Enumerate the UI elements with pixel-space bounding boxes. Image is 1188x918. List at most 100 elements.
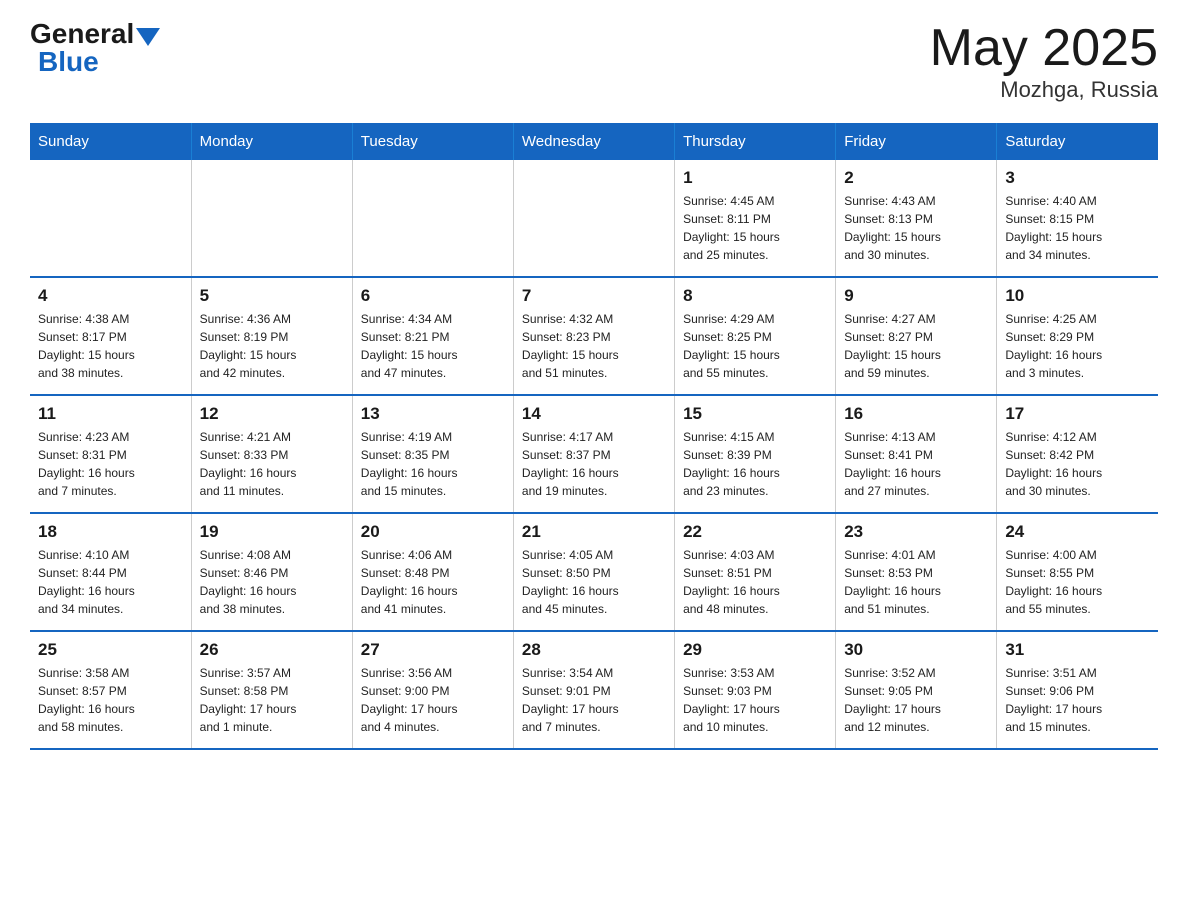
weekday-header-wednesday: Wednesday [513,123,674,160]
day-number: 2 [844,168,988,188]
day-number: 11 [38,404,183,424]
calendar-cell: 3 Sunrise: 4:40 AM Sunset: 8:15 PM Daylig… [997,160,1158,277]
calendar-cell: 13Sunrise: 4:19 AM Sunset: 8:35 PM Dayli… [352,395,513,513]
calendar-cell: 5 Sunrise: 4:36 AM Sunset: 8:19 PM Daylig… [191,277,352,395]
calendar-week-row: 11 Sunrise: 4:23 AM Sunset: 8:31 PM Dayli… [30,395,1158,513]
logo: General Blue [30,20,160,76]
calendar-cell: 25 Sunrise: 3:58 AM Sunset: 8:57 PM Dayli… [30,631,191,749]
day-number: 24 [1005,522,1150,542]
month-year-title: May 2025 [930,20,1158,77]
day-number: 3 [1005,168,1150,188]
day-number: 17 [1005,404,1150,424]
day-info: Sunrise: 4:00 AM Sunset: 8:55 PM Dayligh… [1005,546,1150,618]
weekday-header-tuesday: Tuesday [352,123,513,160]
calendar-table: SundayMondayTuesdayWednesdayThursdayFrid… [30,123,1158,750]
day-number: 15 [683,404,827,424]
day-info: Sunrise: 3:51 AM Sunset: 9:06 PM Dayligh… [1005,664,1150,736]
calendar-week-row: 1 Sunrise: 4:45 AM Sunset: 8:11 PM Daylig… [30,160,1158,277]
day-info: Sunrise: 4:03 AM Sunset: 8:51 PM Dayligh… [683,546,827,618]
calendar-cell: 2 Sunrise: 4:43 AM Sunset: 8:13 PM Daylig… [836,160,997,277]
day-number: 31 [1005,640,1150,660]
logo-general-text: General [30,20,134,48]
calendar-cell: 16Sunrise: 4:13 AM Sunset: 8:41 PM Dayli… [836,395,997,513]
day-info: Sunrise: 4:40 AM Sunset: 8:15 PM Dayligh… [1005,192,1150,264]
day-number: 28 [522,640,666,660]
weekday-header-saturday: Saturday [997,123,1158,160]
logo-blue-text: Blue [38,48,99,76]
calendar-cell: 6 Sunrise: 4:34 AM Sunset: 8:21 PM Daylig… [352,277,513,395]
calendar-cell: 14 Sunrise: 4:17 AM Sunset: 8:37 PM Dayli… [513,395,674,513]
day-info: Sunrise: 4:29 AM Sunset: 8:25 PM Dayligh… [683,310,827,382]
calendar-cell: 26Sunrise: 3:57 AM Sunset: 8:58 PM Dayli… [191,631,352,749]
calendar-cell: 19 Sunrise: 4:08 AM Sunset: 8:46 PM Dayli… [191,513,352,631]
page-header: General Blue May 2025 Mozhga, Russia [30,20,1158,103]
calendar-cell: 1 Sunrise: 4:45 AM Sunset: 8:11 PM Daylig… [675,160,836,277]
calendar-cell: 20 Sunrise: 4:06 AM Sunset: 8:48 PM Dayli… [352,513,513,631]
calendar-cell: 4 Sunrise: 4:38 AM Sunset: 8:17 PM Daylig… [30,277,191,395]
calendar-cell: 29Sunrise: 3:53 AM Sunset: 9:03 PM Dayli… [675,631,836,749]
weekday-header-friday: Friday [836,123,997,160]
calendar-week-row: 18Sunrise: 4:10 AM Sunset: 8:44 PM Dayli… [30,513,1158,631]
title-block: May 2025 Mozhga, Russia [930,20,1158,103]
day-number: 19 [200,522,344,542]
day-info: Sunrise: 4:19 AM Sunset: 8:35 PM Dayligh… [361,428,505,500]
day-info: Sunrise: 4:15 AM Sunset: 8:39 PM Dayligh… [683,428,827,500]
day-number: 6 [361,286,505,306]
day-info: Sunrise: 4:17 AM Sunset: 8:37 PM Dayligh… [522,428,666,500]
calendar-cell [352,160,513,277]
day-number: 27 [361,640,505,660]
day-number: 20 [361,522,505,542]
day-info: Sunrise: 4:06 AM Sunset: 8:48 PM Dayligh… [361,546,505,618]
day-number: 16 [844,404,988,424]
day-number: 9 [844,286,988,306]
day-info: Sunrise: 4:34 AM Sunset: 8:21 PM Dayligh… [361,310,505,382]
weekday-header-row: SundayMondayTuesdayWednesdayThursdayFrid… [30,123,1158,160]
day-info: Sunrise: 3:53 AM Sunset: 9:03 PM Dayligh… [683,664,827,736]
day-number: 25 [38,640,183,660]
day-number: 5 [200,286,344,306]
day-number: 1 [683,168,827,188]
day-info: Sunrise: 4:45 AM Sunset: 8:11 PM Dayligh… [683,192,827,264]
day-info: Sunrise: 4:12 AM Sunset: 8:42 PM Dayligh… [1005,428,1150,500]
day-number: 14 [522,404,666,424]
day-info: Sunrise: 3:58 AM Sunset: 8:57 PM Dayligh… [38,664,183,736]
calendar-cell: 9Sunrise: 4:27 AM Sunset: 8:27 PM Daylig… [836,277,997,395]
day-info: Sunrise: 4:21 AM Sunset: 8:33 PM Dayligh… [200,428,344,500]
weekday-header-sunday: Sunday [30,123,191,160]
day-info: Sunrise: 4:38 AM Sunset: 8:17 PM Dayligh… [38,310,183,382]
day-number: 10 [1005,286,1150,306]
calendar-cell [30,160,191,277]
day-info: Sunrise: 4:23 AM Sunset: 8:31 PM Dayligh… [38,428,183,500]
day-number: 23 [844,522,988,542]
day-info: Sunrise: 4:01 AM Sunset: 8:53 PM Dayligh… [844,546,988,618]
day-info: Sunrise: 4:08 AM Sunset: 8:46 PM Dayligh… [200,546,344,618]
day-info: Sunrise: 4:36 AM Sunset: 8:19 PM Dayligh… [200,310,344,382]
calendar-cell: 18Sunrise: 4:10 AM Sunset: 8:44 PM Dayli… [30,513,191,631]
day-info: Sunrise: 4:43 AM Sunset: 8:13 PM Dayligh… [844,192,988,264]
day-number: 8 [683,286,827,306]
day-info: Sunrise: 3:52 AM Sunset: 9:05 PM Dayligh… [844,664,988,736]
calendar-cell [191,160,352,277]
calendar-cell: 7Sunrise: 4:32 AM Sunset: 8:23 PM Daylig… [513,277,674,395]
logo-arrow-icon [136,28,160,46]
day-info: Sunrise: 3:57 AM Sunset: 8:58 PM Dayligh… [200,664,344,736]
calendar-cell: 11 Sunrise: 4:23 AM Sunset: 8:31 PM Dayli… [30,395,191,513]
calendar-cell: 12Sunrise: 4:21 AM Sunset: 8:33 PM Dayli… [191,395,352,513]
calendar-cell: 27 Sunrise: 3:56 AM Sunset: 9:00 PM Dayli… [352,631,513,749]
day-number: 4 [38,286,183,306]
calendar-cell: 28 Sunrise: 3:54 AM Sunset: 9:01 PM Dayli… [513,631,674,749]
calendar-cell: 24 Sunrise: 4:00 AM Sunset: 8:55 PM Dayli… [997,513,1158,631]
day-number: 30 [844,640,988,660]
calendar-cell: 17 Sunrise: 4:12 AM Sunset: 8:42 PM Dayli… [997,395,1158,513]
calendar-cell: 8 Sunrise: 4:29 AM Sunset: 8:25 PM Daylig… [675,277,836,395]
day-info: Sunrise: 3:54 AM Sunset: 9:01 PM Dayligh… [522,664,666,736]
calendar-cell: 23 Sunrise: 4:01 AM Sunset: 8:53 PM Dayli… [836,513,997,631]
calendar-week-row: 25 Sunrise: 3:58 AM Sunset: 8:57 PM Dayli… [30,631,1158,749]
calendar-cell: 15 Sunrise: 4:15 AM Sunset: 8:39 PM Dayli… [675,395,836,513]
day-info: Sunrise: 3:56 AM Sunset: 9:00 PM Dayligh… [361,664,505,736]
day-info: Sunrise: 4:10 AM Sunset: 8:44 PM Dayligh… [38,546,183,618]
calendar-cell: 30 Sunrise: 3:52 AM Sunset: 9:05 PM Dayli… [836,631,997,749]
calendar-cell: 22Sunrise: 4:03 AM Sunset: 8:51 PM Dayli… [675,513,836,631]
weekday-header-monday: Monday [191,123,352,160]
day-info: Sunrise: 4:25 AM Sunset: 8:29 PM Dayligh… [1005,310,1150,382]
